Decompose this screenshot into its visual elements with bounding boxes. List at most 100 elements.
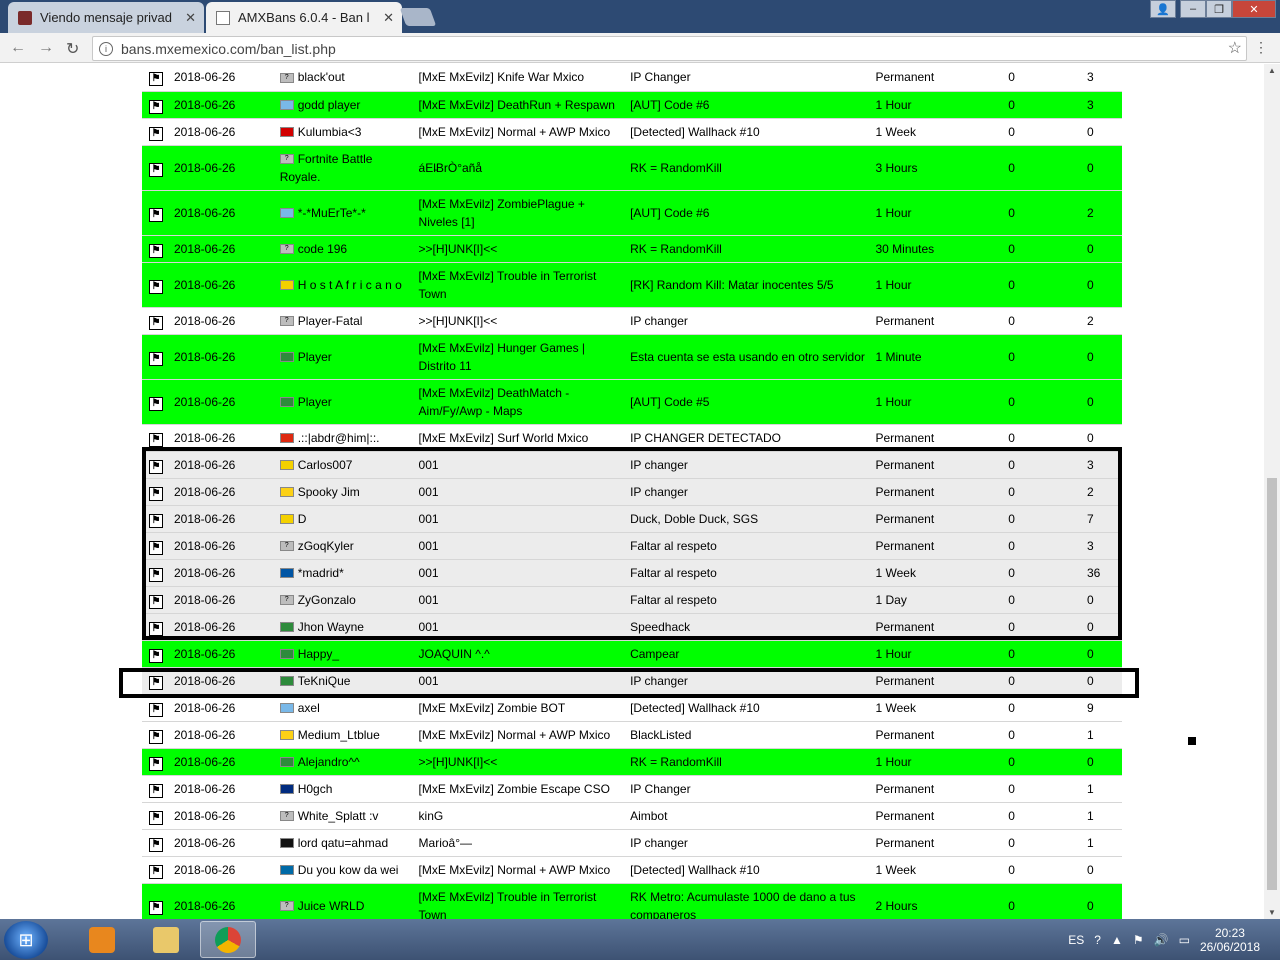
ban-row[interactable]: ⚑ 2018-06-26 Jhon Wayne 001 Speedhack Permane… (142, 613, 1122, 641)
ban-row[interactable]: ⚑ 2018-06-26 Happy_ JOAQUIN ^.^ Campear 1 Hou… (142, 640, 1122, 668)
ban-length: Permanent (871, 829, 1005, 857)
help-icon[interactable]: ? (1094, 933, 1101, 947)
ban-row[interactable]: ⚑ 2018-06-26 lord qatu=ahmad Marioâ°— IP cha… (142, 829, 1122, 857)
vertical-scrollbar[interactable]: ▲ ▼ (1264, 64, 1280, 919)
player-nick: axel (297, 700, 320, 715)
ban-details-icon[interactable]: ⚑ (148, 729, 163, 744)
ban-row[interactable]: ⚑ 2018-06-26 H0gch [MxE MxEvilz] Zombie Esc… (142, 775, 1122, 803)
ban-details-icon[interactable]: ⚑ (148, 783, 163, 798)
country-flag-icon: ? (279, 541, 294, 552)
flag-icon[interactable]: ⚑ (1133, 933, 1144, 947)
start-button[interactable]: ⊞ (4, 921, 48, 959)
ban-row[interactable]: ⚑ 2018-06-26 *-*MuErTe*-* [MxE MxEvilz] Zom… (142, 190, 1122, 236)
media-player-app[interactable] (74, 921, 130, 958)
ban-details-icon[interactable]: ⚑ (148, 279, 163, 294)
ban-details-icon[interactable]: ⚑ (148, 486, 163, 501)
maximize-button[interactable]: ❐ (1206, 0, 1232, 18)
ban-details-icon[interactable]: ⚑ (148, 900, 163, 915)
ban-details-icon[interactable]: ⚑ (148, 459, 163, 474)
nick-cell: *-*MuErTe*-* (275, 190, 415, 236)
ban-row[interactable]: ⚑ 2018-06-26 Kulumbia<3 [MxE MxEvilz] Norma… (142, 118, 1122, 146)
ban-details-icon[interactable]: ⚑ (148, 126, 163, 141)
ban-row[interactable]: ⚑ 2018-06-26 *madrid* 001 Faltar al respeto 1… (142, 559, 1122, 587)
language-indicator[interactable]: ES (1068, 933, 1084, 947)
ban-row[interactable]: ⚑ 2018-06-26 godd player [MxE MxEvilz] Deat… (142, 91, 1122, 119)
ban-row[interactable]: ⚑ 2018-06-26 Medium_Ltblue [MxE MxEvilz] No… (142, 721, 1122, 749)
user-icon[interactable]: 👤 (1150, 0, 1176, 18)
ban-date: 2018-06-26 (169, 802, 276, 830)
close-icon[interactable]: ✕ (185, 10, 196, 26)
ban-reason: [AUT] Code #6 (626, 190, 872, 236)
scroll-up-icon[interactable]: ▲ (1268, 66, 1276, 75)
ban-row[interactable]: ⚑ 2018-06-26 Carlos007 001 IP changer Permane… (142, 451, 1122, 479)
ban-row[interactable]: ⚑ 2018-06-26? Fortnite Battle Royale. áEl̵B… (142, 145, 1122, 191)
ban-reason: Faltar al respeto (626, 532, 872, 560)
info-icon[interactable]: i (99, 41, 113, 56)
ban-details-icon[interactable]: ⚑ (148, 621, 163, 636)
minimize-button[interactable]: – (1180, 0, 1206, 18)
ban-details-icon[interactable]: ⚑ (148, 351, 163, 366)
address-bar[interactable]: i bans.mxemexico.com/ban_list.php (92, 36, 1247, 61)
back-arrow-icon[interactable]: ← (10, 39, 26, 57)
ban-details-icon[interactable]: ⚑ (148, 702, 163, 717)
ban-row[interactable]: ⚑ 2018-06-26 Spooky Jim 001 IP changer Perman… (142, 478, 1122, 506)
clock[interactable]: 20:23 26/06/2018 (1200, 926, 1260, 954)
ban-details-icon[interactable]: ⚑ (148, 540, 163, 555)
ban-details-icon[interactable]: ⚑ (148, 675, 163, 690)
ban-row[interactable]: ⚑ 2018-06-26 axel [MxE MxEvilz] Zombie BOT[… (142, 694, 1122, 722)
chevron-up-icon[interactable]: ▲ (1111, 933, 1123, 947)
nick-cell: godd player (275, 91, 415, 119)
menu-icon[interactable]: ⋮ (1254, 39, 1268, 56)
ban-details-icon[interactable]: ⚑ (148, 72, 163, 87)
ban-row[interactable]: ⚑ 2018-06-26 TeKniQue 001 IP changer Permanen… (142, 667, 1122, 695)
tab-ban-list[interactable]: AMXBans 6.0.4 - Ban list ✕ (206, 2, 402, 33)
reload-icon[interactable]: ↻ (66, 39, 79, 59)
icon-cell: ⚑ (142, 91, 170, 119)
network-icon[interactable]: ▭ (1179, 933, 1190, 947)
new-tab-button[interactable] (399, 8, 437, 26)
volume-icon[interactable]: 🔊 (1154, 933, 1169, 947)
ban-details-icon[interactable]: ⚑ (148, 162, 163, 177)
ban-row[interactable]: ⚑ 2018-06-26 .::|abdr@him|::. [MxE MxEvilz]… (142, 424, 1122, 452)
close-icon[interactable]: ✕ (383, 10, 394, 26)
ban-details-icon[interactable]: ⚑ (148, 315, 163, 330)
ban-details-icon[interactable]: ⚑ (148, 207, 163, 222)
ban-row[interactable]: ⚑ 2018-06-26? zGoqKyler 001 Faltar al respet… (142, 532, 1122, 560)
scroll-down-icon[interactable]: ▼ (1268, 908, 1276, 917)
ban-details-icon[interactable]: ⚑ (148, 243, 163, 258)
ban-details-icon[interactable]: ⚑ (148, 837, 163, 852)
bookmark-star-icon[interactable]: ☆ (1228, 38, 1242, 58)
ban-row[interactable]: ⚑ 2018-06-26 H o s t A f r i c a n o [MxE M… (142, 262, 1122, 308)
ban-row[interactable]: ⚑ 2018-06-26? White_Splatt :v kinG Aimbot Per… (142, 802, 1122, 830)
ban-details-icon[interactable]: ⚑ (148, 567, 163, 582)
ban-details-icon[interactable]: ⚑ (148, 396, 163, 411)
ban-details-icon[interactable]: ⚑ (148, 432, 163, 447)
chrome-app[interactable] (200, 921, 256, 958)
ban-details-icon[interactable]: ⚑ (148, 810, 163, 825)
ban-details-icon[interactable]: ⚑ (148, 648, 163, 663)
ban-row[interactable]: ⚑ 2018-06-26 Du you kow da wei [MxE MxEvilz… (142, 856, 1122, 884)
ban-details-icon[interactable]: ⚑ (148, 594, 163, 609)
ban-row[interactable]: ⚑ 2018-06-26? Player-Fatal >>[H]UNK[I]<< IP … (142, 307, 1122, 335)
ban-row[interactable]: ⚑ 2018-06-26 Player [MxE MxEvilz] Hunger Ga… (142, 334, 1122, 380)
tab-private-message[interactable]: Viendo mensaje privado ✕ (8, 2, 204, 33)
scroll-thumb[interactable] (1267, 478, 1277, 890)
country-flag-icon (279, 757, 294, 768)
explorer-app[interactable] (138, 921, 194, 958)
ban-row[interactable]: ⚑ 2018-06-26 D 001 Duck, Doble Duck, SGS Perm… (142, 505, 1122, 533)
ban-row[interactable]: ⚑ 2018-06-26 Player [MxE MxEvilz] DeathMatc… (142, 379, 1122, 425)
forward-arrow-icon[interactable]: → (38, 39, 54, 57)
ban-row[interactable]: ⚑ 2018-06-26? code 196 >>[H]UNK[I]<< RK = Ra… (142, 235, 1122, 263)
ban-date: 2018-06-26 (169, 559, 276, 587)
close-window-button[interactable]: ✕ (1232, 0, 1276, 18)
ban-reason: RK = RandomKill (626, 145, 872, 191)
tab-title: Viendo mensaje privado (40, 10, 172, 25)
ban-details-icon[interactable]: ⚑ (148, 864, 163, 879)
ban-details-icon[interactable]: ⚑ (148, 99, 163, 114)
ban-row[interactable]: ⚑ 2018-06-26? Juice WRLD [MxE MxEvilz] Trou… (142, 883, 1122, 919)
ban-details-icon[interactable]: ⚑ (148, 513, 163, 528)
ban-row[interactable]: ⚑ 2018-06-26? black'out [MxE MxEvilz] Knife… (142, 64, 1122, 92)
ban-row[interactable]: ⚑ 2018-06-26? ZyGonzalo 001 Faltar al respet… (142, 586, 1122, 614)
ban-row[interactable]: ⚑ 2018-06-26 Alejandro^^ >>[H]UNK[I]<< RK = … (142, 748, 1122, 776)
ban-details-icon[interactable]: ⚑ (148, 756, 163, 771)
